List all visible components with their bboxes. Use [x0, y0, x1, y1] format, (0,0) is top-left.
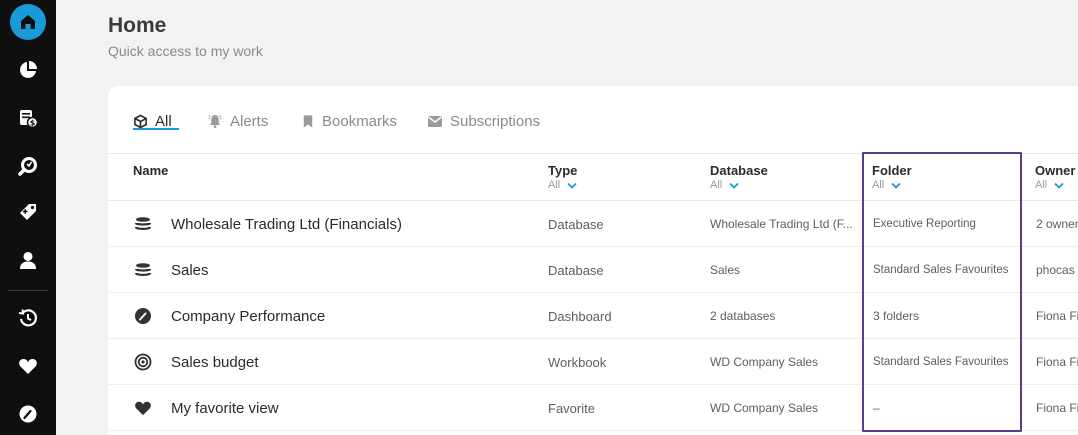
- sidebar: $: [0, 0, 56, 435]
- pie-chart-icon: [20, 61, 37, 78]
- cell-folder: 3 folders: [873, 309, 920, 323]
- bookmark-icon: [303, 114, 313, 128]
- tag-icon: [20, 204, 36, 220]
- cell-database: 2 databases: [710, 309, 776, 323]
- cell-type: Workbook: [548, 354, 607, 370]
- cell-database: Wholesale Trading Ltd (F...: [710, 217, 853, 231]
- tab-subscriptions[interactable]: Subscriptions: [427, 110, 540, 132]
- active-tab-indicator: [133, 128, 179, 130]
- cell-database: Sales: [710, 263, 741, 277]
- cell-database: WD Company Sales: [710, 355, 819, 369]
- sidebar-item-budgets[interactable]: $: [0, 96, 56, 140]
- database-icon: [133, 214, 153, 234]
- column-filter-folder[interactable]: All: [872, 179, 901, 191]
- page-header: Home Quick access to my work: [108, 14, 263, 59]
- cell-name[interactable]: My favorite view: [133, 385, 533, 431]
- column-filter-type[interactable]: All: [548, 179, 577, 191]
- cell-folder: Standard Sales Favourites: [873, 356, 1009, 368]
- cell-owner: Fiona Fi: [1036, 355, 1078, 369]
- sidebar-divider: [8, 290, 48, 291]
- filter-value: All: [872, 179, 885, 191]
- tab-alerts[interactable]: Alerts: [207, 110, 268, 132]
- column-filter-owner[interactable]: All: [1035, 179, 1064, 191]
- mail-icon: [428, 116, 442, 127]
- search-analysis-icon: [18, 157, 37, 176]
- table-row[interactable]: Wholesale Trading Ltd (Financials) Datab…: [108, 201, 1078, 247]
- gauge-icon: [19, 405, 37, 423]
- cube-icon: [134, 113, 147, 129]
- cell-name[interactable]: Wholesale Trading Ltd (Financials): [133, 201, 533, 247]
- filter-value: All: [548, 179, 561, 191]
- chevron-down-icon: [729, 182, 739, 189]
- page-subtitle: Quick access to my work: [108, 43, 263, 59]
- cell-owner: Fiona Fi: [1036, 401, 1078, 415]
- column-filter-database[interactable]: All: [710, 179, 739, 191]
- cell-name[interactable]: Sales budget: [133, 339, 533, 385]
- table-header: Name Type All Database All Folder All Ow…: [108, 153, 1078, 201]
- bell-icon: [208, 115, 222, 128]
- cell-type: Dashboard: [548, 308, 612, 324]
- heart-icon: [133, 398, 153, 418]
- cell-folder: –: [873, 401, 880, 415]
- page-title: Home: [108, 14, 167, 37]
- tab-label: All: [155, 112, 172, 130]
- user-icon: [20, 252, 36, 269]
- sidebar-item-favorites[interactable]: [0, 344, 56, 388]
- chevron-down-icon: [891, 182, 901, 189]
- heart-icon: [19, 359, 37, 374]
- row-name: Sales: [171, 261, 209, 279]
- sidebar-item-search[interactable]: [0, 144, 56, 188]
- sidebar-item-dashboards[interactable]: [0, 392, 56, 435]
- sidebar-item-home[interactable]: [0, 0, 56, 44]
- table-row[interactable]: Company Performance Dashboard 2 database…: [108, 293, 1078, 339]
- history-icon: [18, 309, 38, 327]
- chevron-down-icon: [567, 182, 577, 189]
- cell-owner: Fiona Fi: [1036, 309, 1078, 323]
- column-label: Name: [133, 163, 169, 178]
- cell-folder: Standard Sales Favourites: [873, 264, 1009, 276]
- column-label: Owner: [1035, 163, 1076, 178]
- cell-type: Database: [548, 216, 604, 232]
- cell-owner: phocas: [1036, 263, 1075, 277]
- sidebar-item-pricing[interactable]: [0, 190, 56, 234]
- content-card: All Alerts Bookmarks Subscriptions Name …: [108, 86, 1078, 435]
- table-row[interactable]: Sales budget Workbook WD Company Sales S…: [108, 339, 1078, 385]
- svg-text:$: $: [30, 119, 36, 128]
- row-name: Sales budget: [171, 353, 259, 371]
- filter-value: All: [1035, 179, 1048, 191]
- cell-type: Database: [548, 262, 604, 278]
- cell-name[interactable]: Sales: [133, 247, 533, 293]
- tab-label: Alerts: [230, 112, 269, 130]
- home-icon: [10, 4, 46, 40]
- column-label: Database: [710, 163, 768, 178]
- tab-bookmarks[interactable]: Bookmarks: [301, 110, 397, 132]
- dashboard-icon: [133, 306, 153, 326]
- cell-database: WD Company Sales: [710, 401, 819, 415]
- table-row[interactable]: My favorite view Favorite WD Company Sal…: [108, 385, 1078, 431]
- target-icon: [133, 352, 153, 372]
- table-row[interactable]: Sales Database Sales Standard Sales Favo…: [108, 247, 1078, 293]
- row-name: Wholesale Trading Ltd (Financials): [171, 215, 402, 233]
- sidebar-item-analytics[interactable]: [0, 48, 56, 92]
- row-name: My favorite view: [171, 399, 279, 417]
- tab-label: Bookmarks: [322, 112, 398, 130]
- filter-value: All: [710, 179, 723, 191]
- column-label: Folder: [872, 163, 912, 178]
- cell-type: Favorite: [548, 400, 595, 416]
- sidebar-item-users[interactable]: [0, 238, 56, 282]
- database-icon: [133, 260, 153, 280]
- chevron-down-icon: [1054, 182, 1064, 189]
- tab-label: Subscriptions: [450, 112, 541, 130]
- row-name: Company Performance: [171, 307, 326, 325]
- cell-folder: Executive Reporting: [873, 218, 976, 230]
- database-dollar-icon: $: [20, 110, 38, 128]
- cell-owner: 2 owners: [1036, 217, 1078, 231]
- cell-name[interactable]: Company Performance: [133, 293, 533, 339]
- sidebar-item-history[interactable]: [0, 296, 56, 340]
- column-label: Type: [548, 163, 578, 178]
